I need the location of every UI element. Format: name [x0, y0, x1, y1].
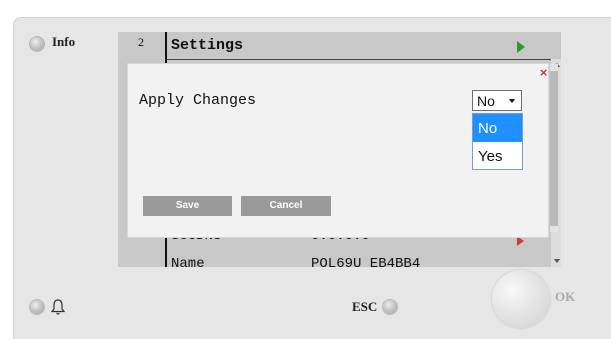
apply-changes-label: Apply Changes: [139, 92, 257, 109]
dialog-scrollbar[interactable]: [550, 64, 558, 232]
chevron-right-icon[interactable]: [517, 41, 525, 53]
bell-icon[interactable]: [50, 298, 66, 316]
info-led-button[interactable]: [30, 37, 44, 51]
option-yes[interactable]: Yes: [473, 142, 522, 170]
save-button[interactable]: Save: [143, 196, 232, 216]
info-label: Info: [52, 34, 76, 49]
select-value: No: [477, 93, 495, 109]
screen-title: Settings: [171, 37, 244, 54]
chevron-down-icon: [509, 99, 515, 103]
esc-label: ESC: [352, 299, 378, 314]
ok-label: OK: [555, 289, 576, 304]
ok-knob[interactable]: [492, 270, 550, 328]
cancel-button[interactable]: Cancel: [241, 196, 331, 216]
list-item-label: Name: [171, 256, 205, 267]
page-number: 2: [138, 35, 144, 49]
dialog-scroll-thumb[interactable]: [550, 71, 558, 226]
apply-changes-select[interactable]: No: [472, 90, 522, 111]
screen-header: 2 Settings: [118, 32, 561, 59]
row-arrow-icon[interactable]: [517, 236, 524, 246]
option-no[interactable]: No: [473, 114, 522, 142]
select-dropdown: No Yes: [472, 113, 523, 170]
header-divider: [165, 59, 551, 60]
alarm-led-button[interactable]: [30, 300, 44, 314]
esc-button[interactable]: [383, 300, 397, 314]
close-icon[interactable]: ×: [539, 67, 548, 78]
scroll-down-icon[interactable]: [554, 259, 560, 263]
list-item-value: POL69U_EB4BB4: [311, 256, 421, 267]
